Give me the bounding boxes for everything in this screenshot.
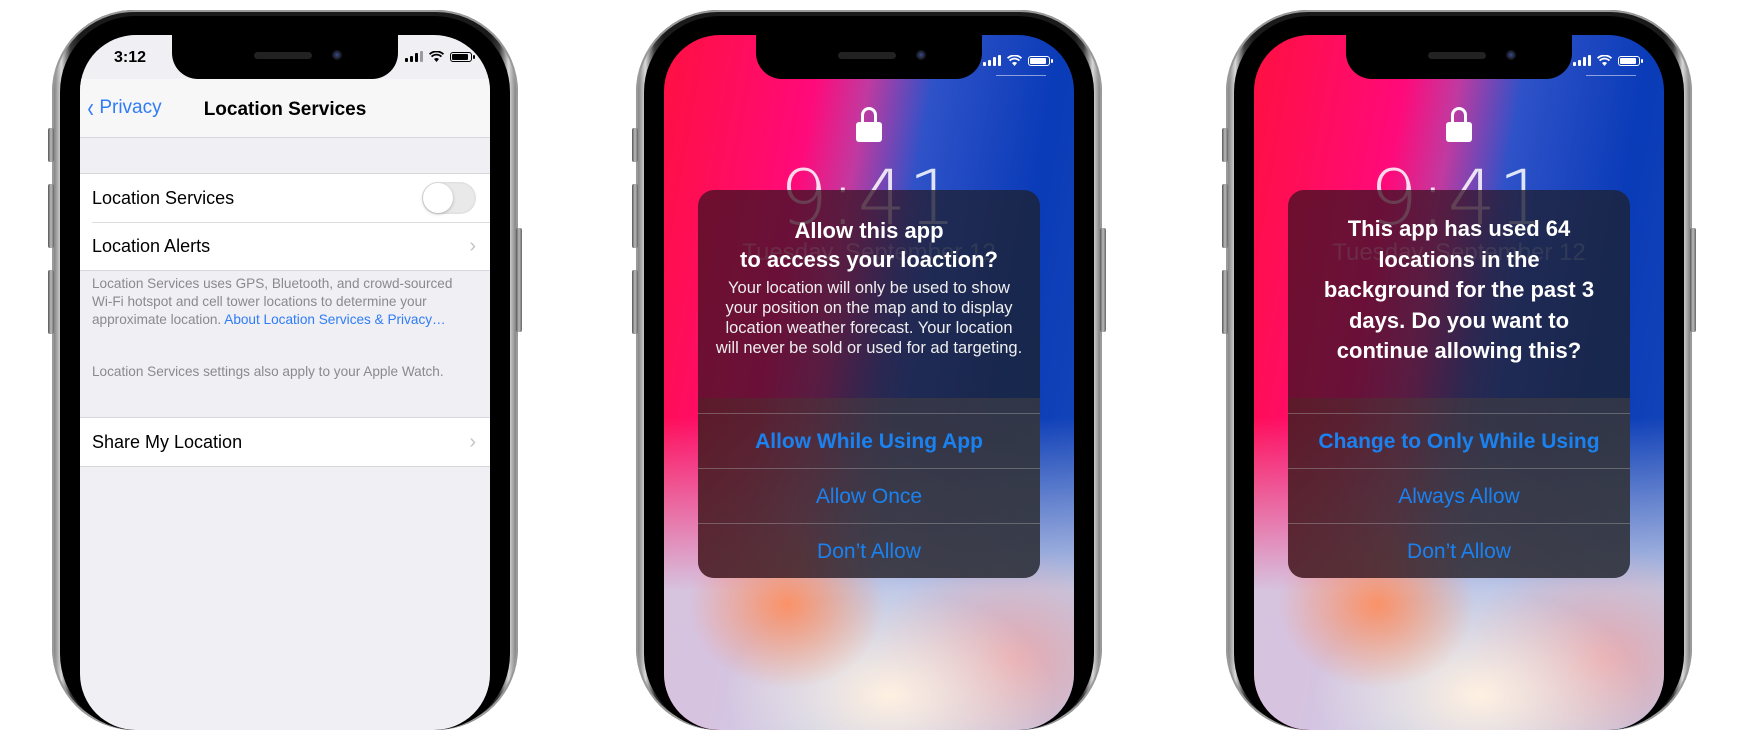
row-label: Location Services: [92, 187, 235, 208]
lock-screen: 9:41 Tuesday, September 12 This app has …: [1254, 35, 1664, 730]
toggle-knob: [423, 183, 453, 213]
row-label: Share My Location: [92, 431, 243, 452]
side-button: [516, 228, 522, 332]
notch: [756, 35, 982, 79]
notch: [172, 35, 398, 79]
allow-while-using-app-button[interactable]: Allow While Using App: [698, 413, 1040, 469]
page-title: Location Services: [203, 99, 367, 120]
wifi-icon: [1007, 55, 1022, 66]
lock-icon: [1446, 107, 1472, 143]
volume-down-button: [1222, 270, 1228, 334]
status-bar: [983, 55, 1053, 66]
settings-screen: 3:12 ‹ Privacy Location Services Locatio…: [80, 35, 490, 730]
location-services-footnote: Location Services uses GPS, Bluetooth, a…: [92, 275, 464, 329]
location-services-toggle[interactable]: [422, 182, 476, 214]
lock-screen: 9:41 Tuesday, September 12 Allow this ap…: [664, 35, 1074, 730]
phone-settings: 3:12 ‹ Privacy Location Services Locatio…: [48, 10, 522, 730]
background-location-alert: This app has used 64 locations in the ba…: [1288, 190, 1630, 578]
notch: [1346, 35, 1572, 79]
volume-up-button: [48, 184, 54, 248]
wifi-icon: [1597, 55, 1612, 66]
mute-switch: [48, 128, 54, 162]
side-button: [1690, 228, 1696, 332]
row-location-services: Location Services: [80, 174, 490, 222]
battery-icon: [450, 52, 475, 62]
status-time: 3:12: [114, 49, 147, 66]
status-bar: [1573, 55, 1643, 66]
battery-icon: [1618, 56, 1643, 66]
volume-up-button: [632, 184, 638, 248]
volume-up-button: [1222, 184, 1228, 248]
navigation-bar: ‹ Privacy Location Services: [80, 79, 490, 138]
side-button: [1100, 228, 1106, 332]
wifi-icon: [429, 51, 444, 62]
apple-watch-footnote: Location Services settings also apply to…: [92, 364, 444, 379]
alert-title: This app has used 64 locations in the ba…: [1323, 216, 1595, 363]
dont-allow-button[interactable]: Don’t Allow: [698, 523, 1040, 578]
location-permission-alert: Allow this app to access your loaction? …: [698, 190, 1040, 578]
dont-allow-button[interactable]: Don’t Allow: [1288, 523, 1630, 578]
row-location-alerts[interactable]: Location Alerts ›: [80, 222, 490, 270]
about-location-privacy-link[interactable]: About Location Services & Privacy…: [224, 312, 445, 327]
battery-icon: [1028, 56, 1053, 66]
chevron-right-icon: ›: [469, 235, 476, 257]
change-to-only-while-using-button[interactable]: Change to Only While Using: [1288, 413, 1630, 469]
lock-icon: [856, 107, 882, 143]
alert-message: Your location will only be used to show …: [715, 279, 1023, 357]
mute-switch: [632, 128, 638, 162]
volume-down-button: [632, 270, 638, 334]
volume-down-button: [48, 270, 54, 334]
chevron-right-icon: ›: [469, 431, 476, 453]
alert-title: Allow this app to access your loaction?: [740, 218, 998, 272]
phone-background-reminder: 9:41 Tuesday, September 12 This app has …: [1222, 10, 1696, 730]
signal-icon: [983, 55, 1001, 66]
allow-once-button[interactable]: Allow Once: [698, 468, 1040, 524]
always-allow-button[interactable]: Always Allow: [1288, 468, 1630, 524]
signal-icon: [405, 51, 423, 62]
phone-permission-prompt: 9:41 Tuesday, September 12 Allow this ap…: [632, 10, 1106, 730]
row-share-my-location[interactable]: Share My Location ›: [80, 418, 490, 466]
row-label: Location Alerts: [92, 235, 211, 256]
location-settings-group: Location Services Location Alerts ›: [80, 173, 490, 271]
share-location-group: Share My Location ›: [80, 417, 490, 467]
mute-switch: [1222, 128, 1228, 162]
signal-icon: [1573, 55, 1591, 66]
